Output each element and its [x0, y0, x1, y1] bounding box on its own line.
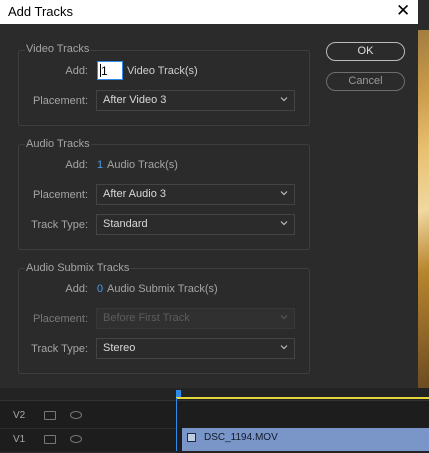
track-header-v1[interactable]: V1 — [0, 428, 176, 453]
chevron-down-icon — [280, 191, 288, 196]
video-placement-label: Placement: — [32, 95, 88, 107]
submix-placement-value: Before First Track — [103, 312, 190, 324]
timeline-clip[interactable]: DSC_1194.MOV — [182, 428, 429, 451]
close-icon[interactable]: ✕ — [396, 2, 410, 20]
video-placement-select[interactable]: After Video 3 — [96, 90, 295, 111]
audio-type-label: Track Type: — [31, 219, 88, 231]
clip-fx-icon — [187, 433, 196, 442]
track-label: V1 — [13, 434, 26, 445]
playhead-line — [176, 398, 177, 451]
video-tracks-title: Video Tracks — [25, 43, 91, 55]
audio-add-label: Add: — [65, 159, 88, 171]
audio-placement-value: After Audio 3 — [103, 188, 166, 200]
video-add-count-input[interactable]: 1 — [97, 61, 123, 80]
audio-tracks-title: Audio Tracks — [25, 138, 91, 150]
submix-type-select[interactable]: Stereo — [96, 338, 295, 359]
chevron-down-icon — [280, 221, 288, 226]
sync-lock-icon[interactable] — [44, 435, 56, 444]
sync-lock-icon[interactable] — [44, 411, 56, 420]
chevron-down-icon — [280, 97, 288, 102]
audio-type-value: Standard — [103, 218, 148, 230]
audio-add-count[interactable]: 1 — [97, 159, 103, 171]
submix-type-label: Track Type: — [31, 343, 88, 355]
audio-placement-label: Placement: — [32, 189, 88, 201]
submix-placement-label: Placement: — [32, 313, 88, 325]
submix-add-count[interactable]: 0 — [97, 283, 103, 295]
cancel-button[interactable]: Cancel — [326, 72, 405, 91]
track-header-v2[interactable]: V2 — [0, 404, 176, 429]
video-placement-value: After Video 3 — [103, 94, 167, 106]
eye-icon[interactable] — [70, 411, 82, 419]
video-tracks-group — [18, 50, 310, 126]
work-area-bar[interactable] — [176, 397, 429, 399]
title-bar[interactable]: Add Tracks ✕ — [0, 0, 418, 24]
timeline-ruler[interactable] — [0, 388, 429, 401]
submix-placement-select: Before First Track — [96, 308, 295, 329]
audio-type-select[interactable]: Standard — [96, 214, 295, 235]
ok-button[interactable]: OK — [326, 42, 405, 61]
audio-placement-select[interactable]: After Audio 3 — [96, 184, 295, 205]
submix-add-suffix: Audio Submix Track(s) — [107, 283, 218, 295]
dialog-title: Add Tracks — [8, 4, 74, 19]
audio-add-suffix: Audio Track(s) — [107, 159, 178, 171]
submix-type-value: Stereo — [103, 342, 136, 354]
video-add-label: Add: — [65, 65, 88, 77]
video-add-count-value: 1 — [101, 64, 108, 78]
chevron-down-icon — [280, 345, 288, 350]
track-label: V2 — [13, 410, 26, 421]
add-tracks-dialog: Add Tracks ✕ Video Tracks Add: 1 Video T… — [0, 0, 418, 388]
submix-tracks-title: Audio Submix Tracks — [25, 262, 131, 274]
submix-add-label: Add: — [65, 283, 88, 295]
chevron-down-icon — [280, 315, 288, 320]
video-add-suffix: Video Track(s) — [127, 65, 198, 77]
clip-name: DSC_1194.MOV — [204, 432, 278, 443]
eye-icon[interactable] — [70, 435, 82, 443]
